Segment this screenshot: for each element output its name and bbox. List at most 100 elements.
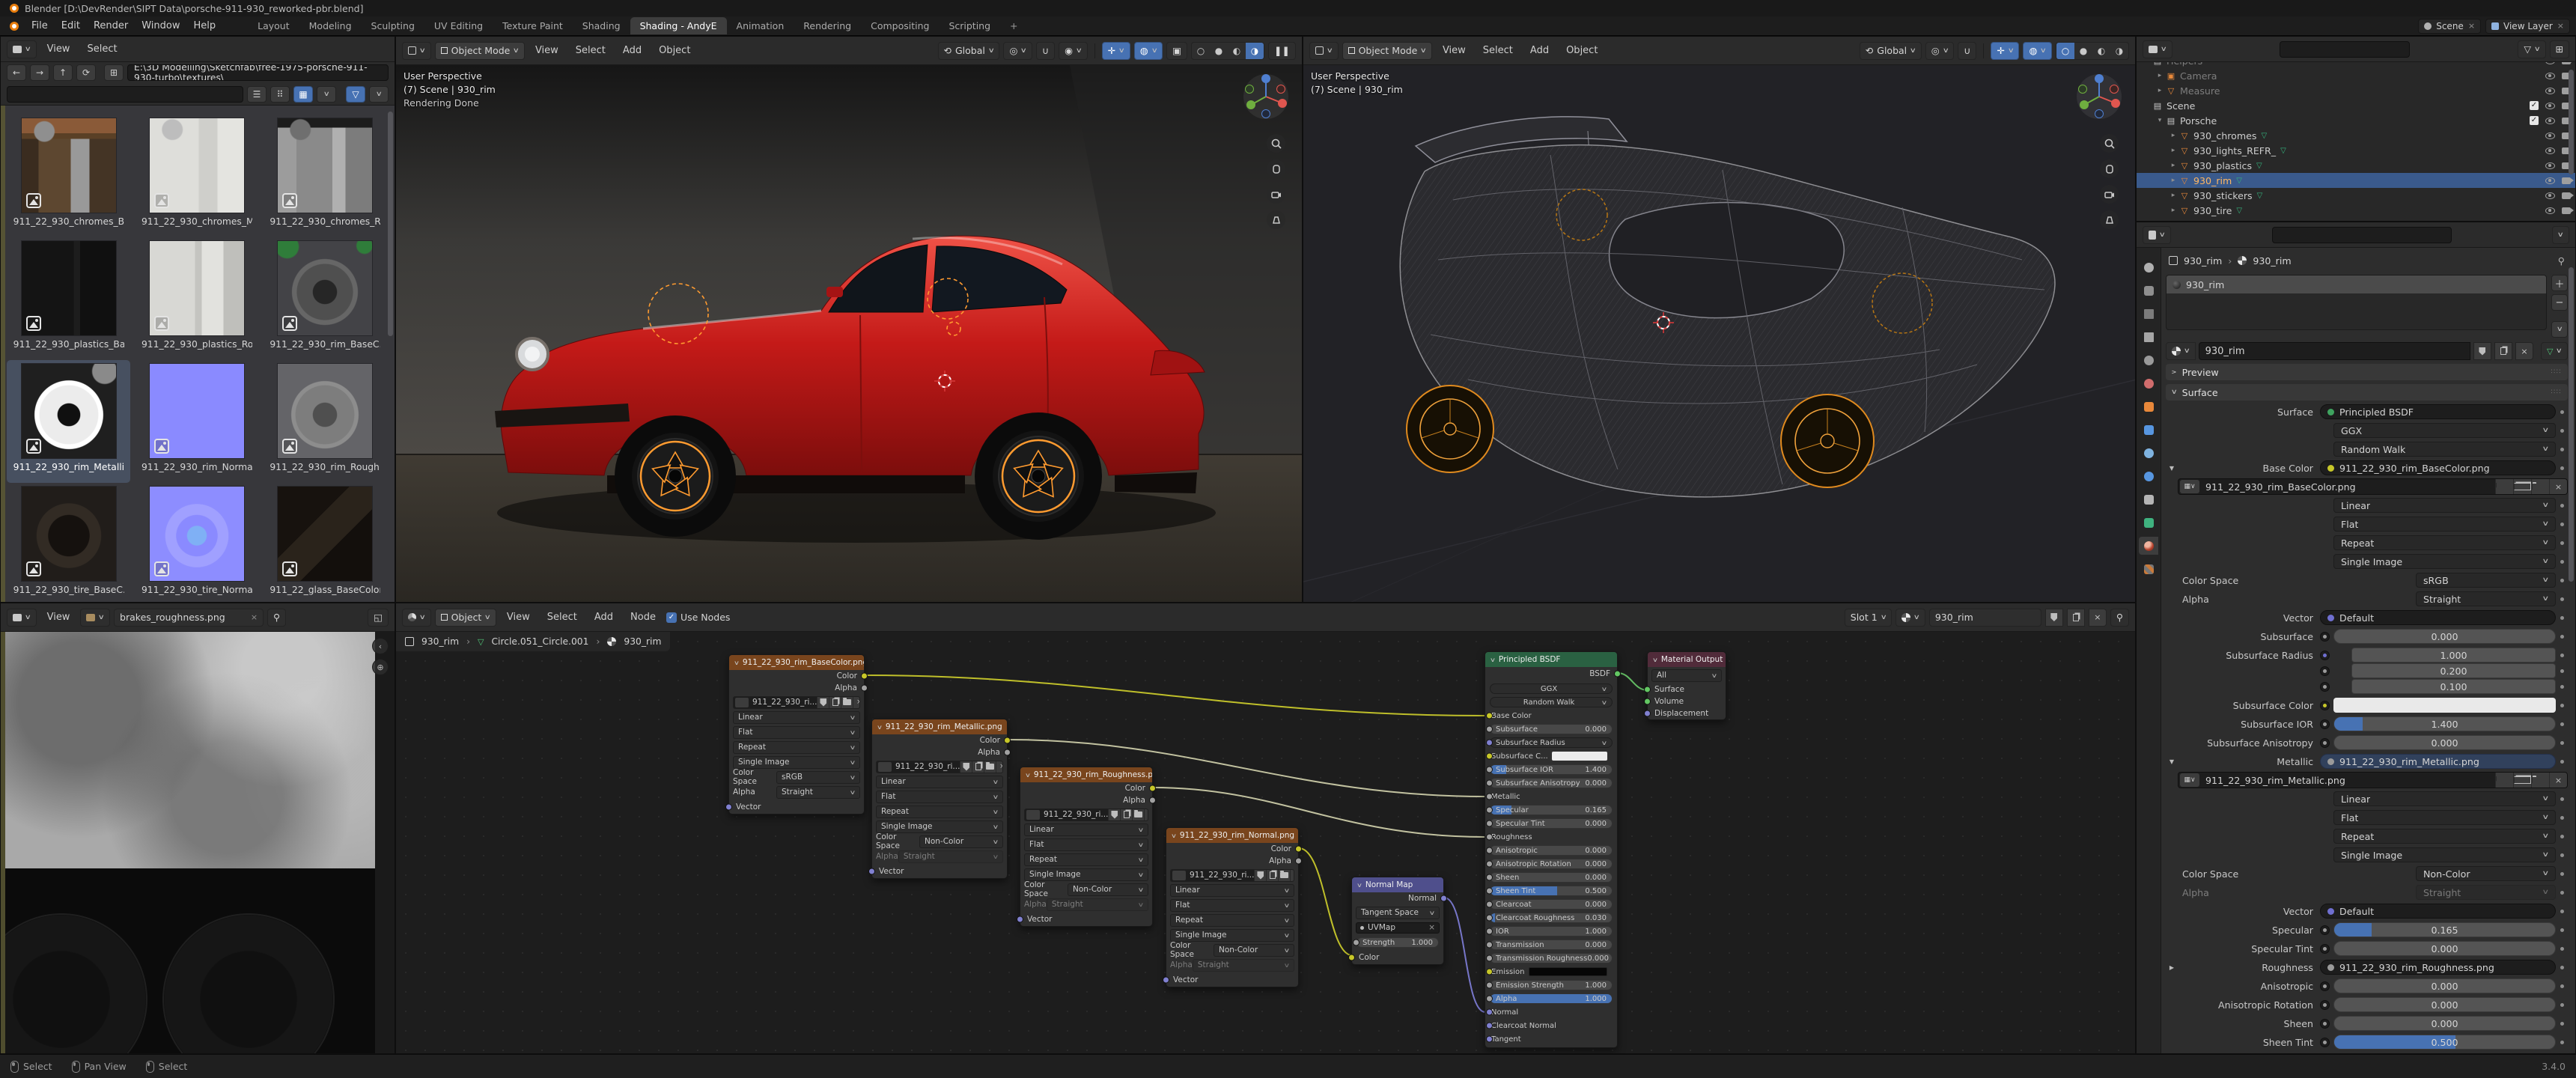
node-widget-row[interactable]: Single Image∨ × xyxy=(1170,928,1294,942)
property-field[interactable]: ▦∨ 911_22_930_rim_BaseColor.png ∨ × xyxy=(2320,460,2556,475)
material-name-field[interactable]: 930_rim xyxy=(1929,609,2041,627)
disable-render-icon[interactable] xyxy=(2562,177,2571,184)
shading-solid-button[interactable]: ● xyxy=(2074,43,2092,59)
hide-eye-icon[interactable] xyxy=(2545,103,2555,109)
hide-eye-icon[interactable] xyxy=(2545,133,2555,139)
socket-input[interactable] xyxy=(1486,969,1493,975)
outliner-row[interactable]: ▤ Helpers ▽ ✓ xyxy=(2137,62,2575,68)
bsdf-row[interactable]: Specular Tint 0.000 ∨ xyxy=(1490,818,1613,829)
file-item[interactable]: 911_22_930_rim_Metalli... xyxy=(7,360,130,483)
bsdf-row[interactable]: Transmission Roughness 0.000 ∨ xyxy=(1490,953,1613,963)
property-row[interactable]: ▶ Roughness ▦∨ 911_22_930_rim_Roughness.… xyxy=(2166,960,2568,975)
property-field[interactable]: ▦∨ 911_22_930_rim_BaseColor.png ∨ × xyxy=(2178,478,2568,495)
show-gizmo-toggle[interactable]: ✛∨ xyxy=(1991,42,2019,60)
scrollbar[interactable] xyxy=(388,112,393,336)
socket-input[interactable] xyxy=(1486,740,1493,746)
bsdf-row[interactable]: Emission Strength 1.000 ∨ xyxy=(1490,980,1613,990)
bsdf-row[interactable]: Anisotropic 0.000 ∨ xyxy=(1490,845,1613,856)
navigation-gizmo[interactable] xyxy=(1242,73,1290,124)
property-field[interactable]: ▦∨ 911_22_930_rim_Roughness.png ∨ × xyxy=(2320,960,2556,975)
property-field[interactable]: ▦∨ Random Walk ∨ × xyxy=(2333,442,2556,457)
socket-alpha[interactable] xyxy=(1004,749,1011,756)
bsdf-row[interactable]: Sheen 0.000 ∨ xyxy=(1490,872,1613,883)
property-row[interactable]: ▦∨ 911_22_930_rim_BaseColor.png ∨ × xyxy=(2178,479,2568,494)
shading-wireframe-button[interactable]: ○ xyxy=(1192,43,1210,59)
property-field[interactable]: ▦∨ 1.000 ∨ × xyxy=(2351,648,2556,663)
animate-dot[interactable] xyxy=(2556,504,2568,508)
node-principled-bsdf[interactable]: ∨Principled BSDF BSDF GGX ∨ xyxy=(1485,651,1618,1048)
socket-vector[interactable] xyxy=(1017,916,1023,923)
show-overlays-toggle[interactable]: ◍∨ xyxy=(2023,42,2052,60)
node-widget-row[interactable]: Color Space Non-Color∨ × xyxy=(876,835,1003,848)
node-widget-row[interactable]: 911_22_930_ri...∨ × xyxy=(733,695,860,709)
topbar-menu[interactable]: Window xyxy=(135,18,186,34)
property-field[interactable]: ▦∨ Repeat ∨ × xyxy=(2333,535,2556,550)
shader-editor-menu[interactable]: Node xyxy=(624,609,663,625)
unlink-view-layer-icon[interactable]: × xyxy=(2557,21,2564,31)
tab-scene[interactable] xyxy=(2139,351,2158,369)
workspace-tab[interactable]: Compositing xyxy=(861,17,939,34)
pivot-point-select[interactable]: ◎∨ xyxy=(1003,42,1032,60)
topbar-menu[interactable]: Render xyxy=(87,18,135,34)
disclosure-arrow[interactable]: ▸ xyxy=(2168,162,2178,169)
transform-orientation-select[interactable]: ⟲Global∨ xyxy=(1860,42,1922,60)
animate-dot[interactable] xyxy=(2556,704,2568,707)
file-item[interactable]: 911_22_930_chromes_B... xyxy=(7,115,130,237)
image-canvas[interactable] xyxy=(5,632,375,1053)
refresh-button[interactable]: ⟳ xyxy=(76,64,96,81)
copy-button[interactable] xyxy=(2513,478,2531,495)
socket-input[interactable] xyxy=(1486,982,1493,989)
open-file-button[interactable] xyxy=(2531,772,2549,788)
transform-orientation-select[interactable]: ⟲Global∨ xyxy=(938,42,1000,60)
file-item[interactable]: 911_22_930_rim_Norma... xyxy=(135,360,258,483)
file-item[interactable]: 911_22_930_rim_Rough... xyxy=(264,360,387,483)
move-view-icon[interactable] xyxy=(1267,159,1285,178)
file-item[interactable]: 911_22_930_tire_BaseC... xyxy=(7,483,130,602)
property-row[interactable]: ▦∨ 911_22_930_rim_Metallic.png ∨ × xyxy=(2178,773,2568,788)
add-slot-button[interactable]: ＋ xyxy=(2551,275,2568,291)
property-row[interactable]: Vector ▦∨ Default ∨ × xyxy=(2166,904,2568,919)
pin-icon[interactable]: ⚲ xyxy=(2110,609,2129,627)
property-row[interactable]: Subsurface Anisotropy ▦∨ 0.000 ∨ × xyxy=(2166,735,2568,750)
property-field[interactable]: ▦∨ 0.000 ∨ × xyxy=(2333,735,2556,750)
editor-type-button[interactable]: ∨ xyxy=(1309,42,1339,60)
property-row[interactable]: Surface ▦∨ Principled BSDF ∨ × xyxy=(2166,404,2568,419)
shader-editor-menu[interactable]: View xyxy=(500,609,537,625)
display-thumbnails-button[interactable]: ▦ xyxy=(293,86,313,103)
animate-dot[interactable] xyxy=(2556,760,2568,764)
use-nodes-checkbox[interactable]: ✓ xyxy=(666,612,677,623)
socket-input[interactable] xyxy=(1486,767,1493,773)
bsdf-row[interactable]: Base Color ∨ xyxy=(1490,710,1613,721)
shader-editor-menu[interactable]: Select xyxy=(541,609,584,625)
perspective-toggle-icon[interactable] xyxy=(2100,210,2119,229)
property-row[interactable]: Color Space ▦∨ Non-Color ∨ × xyxy=(2166,866,2568,881)
property-field[interactable]: ▦∨ 0.000 ∨ × xyxy=(2333,978,2556,993)
property-row[interactable]: ▼ Metallic ▦∨ 911_22_930_rim_Metallic.pn… xyxy=(2166,754,2568,769)
workspace-tab[interactable]: Sculpting xyxy=(362,17,424,34)
bsdf-row[interactable]: Alpha 1.000 ∨ xyxy=(1490,993,1613,1004)
socket-alpha[interactable] xyxy=(861,685,868,692)
node-widget-row[interactable]: Color Space Non-Color∨ × xyxy=(1170,943,1294,957)
animate-dot[interactable] xyxy=(2556,1003,2568,1007)
unlink-button[interactable]: × xyxy=(2549,772,2567,788)
property-field[interactable]: ▦∨ Non-Color ∨ × xyxy=(2416,866,2556,881)
fake-user-button[interactable] xyxy=(2495,772,2513,788)
socket-input[interactable] xyxy=(1486,861,1493,868)
node-widget-row[interactable]: Single Image∨ × xyxy=(733,755,860,769)
socket-input[interactable] xyxy=(1486,726,1493,733)
bsdf-row[interactable]: Clearcoat 0.000 ∨ xyxy=(1490,899,1613,910)
property-field[interactable]: ▦∨ 0.100 ∨ × xyxy=(2351,679,2556,694)
bsdf-row[interactable]: Sheen Tint 0.500 ∨ xyxy=(1490,886,1613,896)
property-field[interactable]: ▦∨ Straight ∨ × xyxy=(2416,591,2556,606)
socket-input[interactable] xyxy=(1486,955,1493,962)
property-field[interactable]: ▦∨ 0.200 ∨ × xyxy=(2351,663,2556,678)
property-field[interactable]: ▦∨ Flat ∨ × xyxy=(2333,517,2556,532)
node-widget-row[interactable]: Alpha Straight∨ × xyxy=(733,785,860,799)
animate-dot[interactable] xyxy=(2556,966,2568,969)
animate-dot[interactable] xyxy=(2556,872,2568,876)
tab-material[interactable] xyxy=(2139,537,2158,555)
viewport-menu[interactable]: Select xyxy=(1476,43,1520,58)
property-row[interactable]: ▦∨ GGX ∨ × xyxy=(2166,423,2568,438)
socket-input[interactable] xyxy=(1486,780,1493,787)
animate-dot[interactable] xyxy=(2556,560,2568,564)
